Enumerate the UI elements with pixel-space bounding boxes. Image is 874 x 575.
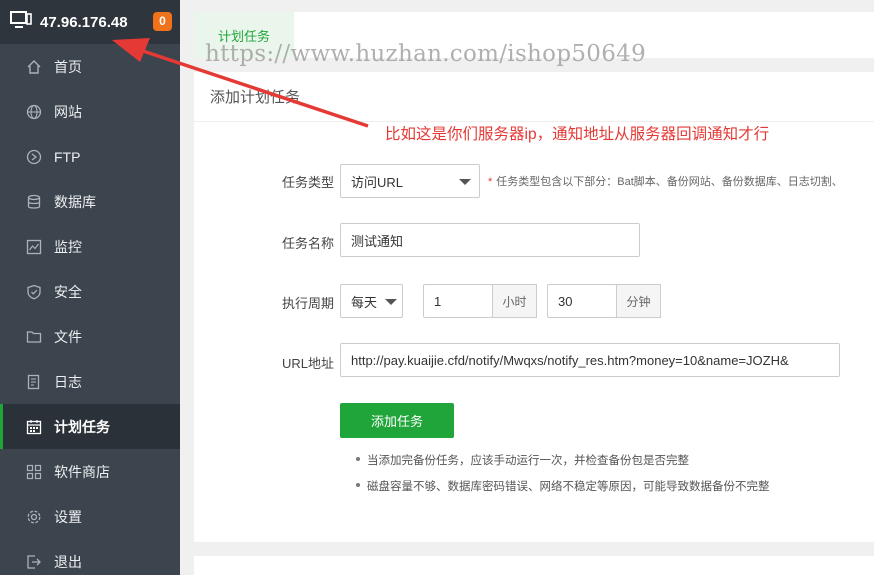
annotation-text: 比如这是你们服务器ip，通知地址从服务器回调通知才行	[385, 126, 770, 143]
notification-badge[interactable]: 0	[153, 12, 172, 31]
server-ip: 47.96.176.48	[40, 13, 128, 31]
sidebar-item-monitor[interactable]: 监控	[0, 224, 180, 269]
cycle-label: 执行周期	[281, 296, 334, 311]
sidebar-item-home[interactable]: 首页	[0, 44, 180, 89]
note-item: 当添加完备份任务，应该手动运行一次，并检查备份包是否完整	[354, 452, 770, 468]
sidebar-item-store[interactable]: 软件商店	[0, 449, 180, 494]
sidebar-item-cron[interactable]: 计划任务	[0, 404, 180, 449]
chevron-down-icon	[385, 299, 397, 305]
sidebar: 47.96.176.48 0 首页 网站 FTP 数据库 监控 安全 文件 日志…	[0, 0, 180, 575]
minute-value: 30	[558, 293, 573, 309]
task-type-value: 访问URL	[351, 174, 404, 190]
logout-icon	[26, 554, 42, 570]
watermark: https://www.huzhan.com/ishop50649	[205, 41, 647, 67]
server-monitor-icon	[10, 10, 32, 34]
grid-icon	[26, 464, 42, 480]
calendar-icon	[26, 419, 42, 435]
sidebar-item-label: 计划任务	[54, 418, 110, 435]
sidebar-item-website[interactable]: 网站	[0, 89, 180, 134]
server-header[interactable]: 47.96.176.48 0	[0, 0, 180, 44]
notes-list: 当添加完备份任务，应该手动运行一次，并检查备份包是否完整 磁盘容量不够、数据库密…	[354, 452, 770, 504]
task-name-label: 任务名称	[281, 236, 334, 251]
card-title: 添加计划任务	[194, 72, 874, 122]
bottom-card	[194, 556, 874, 575]
note-item: 磁盘容量不够、数据库密码错误、网络不稳定等原因，可能导致数据备份不完整	[354, 478, 770, 494]
hour-unit: 小时	[492, 284, 537, 318]
sidebar-item-database[interactable]: 数据库	[0, 179, 180, 224]
minute-input[interactable]: 30	[547, 284, 617, 318]
ftp-icon	[26, 149, 42, 165]
task-type-label: 任务类型	[281, 175, 334, 190]
sidebar-item-label: 首页	[54, 58, 82, 75]
url-input[interactable]: http://pay.kuaijie.cfd/notify/Mwqxs/noti…	[340, 343, 840, 377]
log-icon	[26, 374, 42, 390]
sidebar-item-label: 文件	[54, 328, 82, 345]
sidebar-item-label: 安全	[54, 283, 82, 300]
sidebar-item-logs[interactable]: 日志	[0, 359, 180, 404]
gear-icon	[26, 509, 42, 525]
minute-unit: 分钟	[616, 284, 661, 318]
cycle-period-value: 每天	[351, 294, 378, 310]
hour-value: 1	[434, 293, 442, 309]
task-name-input[interactable]: 测试通知	[340, 223, 640, 257]
sidebar-item-settings[interactable]: 设置	[0, 494, 180, 539]
monitor-icon	[26, 239, 42, 255]
folder-icon	[26, 329, 42, 345]
sidebar-item-label: 设置	[54, 508, 82, 525]
globe-icon	[26, 104, 42, 120]
task-type-hint: * 任务类型包含以下部分：Bat脚本、备份网站、备份数据库、日志切割、	[488, 176, 843, 188]
database-icon	[26, 194, 42, 210]
cycle-period-select[interactable]: 每天	[340, 284, 403, 318]
sidebar-item-label: FTP	[54, 148, 81, 165]
task-type-select[interactable]: 访问URL	[340, 164, 480, 198]
shield-icon	[26, 284, 42, 300]
sidebar-item-label: 网站	[54, 103, 82, 120]
sidebar-item-label: 数据库	[54, 193, 96, 210]
hour-input[interactable]: 1	[423, 284, 493, 318]
sidebar-item-files[interactable]: 文件	[0, 314, 180, 359]
sidebar-item-label: 软件商店	[54, 463, 110, 480]
sidebar-item-logout[interactable]: 退出	[0, 539, 180, 575]
sidebar-item-ftp[interactable]: FTP	[0, 134, 180, 179]
sidebar-item-security[interactable]: 安全	[0, 269, 180, 314]
task-name-value: 测试通知	[351, 233, 404, 249]
sidebar-item-label: 退出	[54, 553, 82, 570]
chevron-down-icon	[459, 179, 471, 185]
sidebar-item-label: 日志	[54, 373, 82, 390]
home-icon	[26, 59, 42, 75]
main-content: 计划任务 添加计划任务 任务类型 访问URL * 任务类型包含以下部分：Bat脚本…	[180, 0, 874, 575]
url-value: http://pay.kuaijie.cfd/notify/Mwqxs/noti…	[351, 352, 789, 368]
url-label: URL地址	[281, 356, 334, 371]
add-task-button[interactable]: 添加任务	[340, 403, 454, 438]
sidebar-item-label: 监控	[54, 238, 82, 255]
